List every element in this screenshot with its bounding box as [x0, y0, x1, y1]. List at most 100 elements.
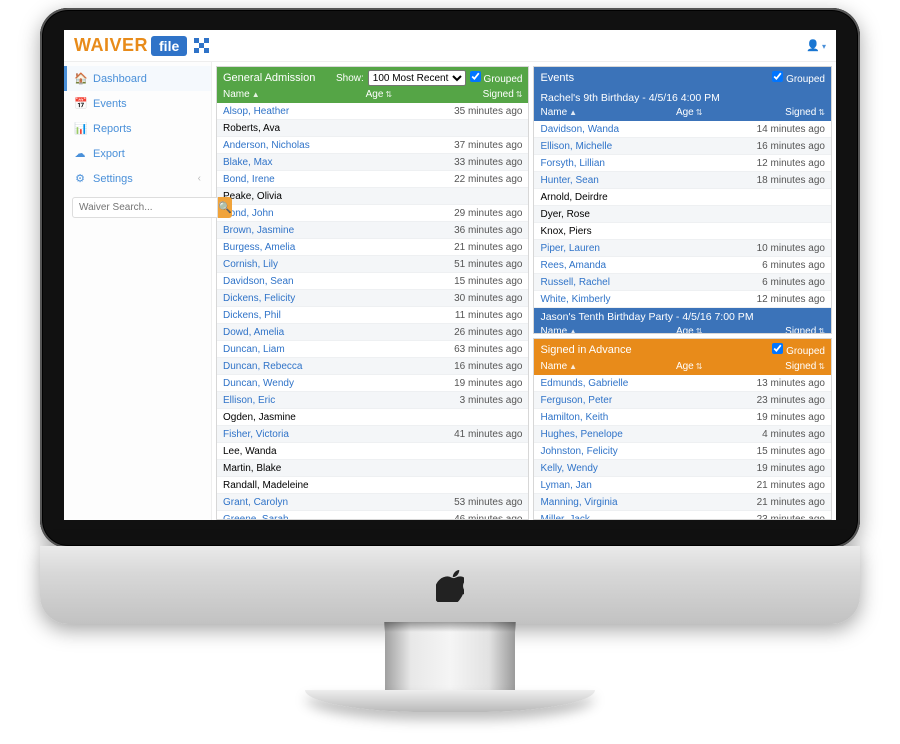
panel-signed-in-advance: Signed in Advance Grouped Name▲ Age⇅ Sig…	[533, 338, 832, 520]
table-row: Dyer, Rose	[534, 206, 831, 223]
person-link[interactable]: Manning, Virginia	[540, 497, 617, 508]
signed-time: 15 minutes ago	[437, 276, 523, 287]
person-link[interactable]: Hunter, Sean	[540, 175, 598, 186]
person-link[interactable]: Ellison, Eric	[223, 395, 275, 406]
table-row: Manning, Virginia21 minutes ago	[534, 494, 831, 511]
grouped-toggle[interactable]: Grouped	[772, 71, 825, 85]
col-name[interactable]: Name▲	[540, 107, 675, 118]
table-row: Cornish, Lily51 minutes ago	[217, 256, 528, 273]
person-link[interactable]: Duncan, Liam	[223, 344, 285, 355]
sort-asc-icon: ▲	[569, 362, 577, 371]
col-age[interactable]: Age⇅	[366, 89, 437, 100]
person-link[interactable]: Cornish, Lily	[223, 259, 278, 270]
sidebar-icon: ⚙	[74, 172, 86, 185]
col-signed[interactable]: Signed⇅	[437, 89, 523, 100]
person-link[interactable]: Kelly, Wendy	[540, 463, 597, 474]
person-link[interactable]: Grant, Carolyn	[223, 497, 288, 508]
panel-general-admission: General Admission Show: 100 Most Recent …	[216, 66, 529, 520]
person-link[interactable]: Ferguson, Peter	[540, 395, 612, 406]
signed-time	[437, 446, 523, 457]
col-signed[interactable]: Signed⇅	[744, 107, 825, 118]
sidebar-icon: ☁	[74, 147, 86, 160]
person-link[interactable]: Duncan, Wendy	[223, 378, 294, 389]
sidebar-search: 🔍	[64, 191, 211, 224]
person-link[interactable]: Russell, Rachel	[540, 277, 609, 288]
user-menu[interactable]: 👤▾	[806, 39, 826, 52]
person-link[interactable]: Edmunds, Gabrielle	[540, 378, 628, 389]
signed-time	[437, 123, 523, 134]
table-row: Kelly, Wendy19 minutes ago	[534, 460, 831, 477]
show-select[interactable]: 100 Most Recent	[368, 70, 466, 86]
signed-time: 36 minutes ago	[437, 225, 523, 236]
signed-time: 30 minutes ago	[437, 293, 523, 304]
person-link[interactable]: Blake, Max	[223, 157, 272, 168]
col-name[interactable]: Name▲	[540, 326, 675, 333]
person-link[interactable]: Hughes, Penelope	[540, 429, 622, 440]
signed-time: 53 minutes ago	[437, 497, 523, 508]
person-link[interactable]: Davidson, Sean	[223, 276, 294, 287]
signed-time	[744, 226, 825, 237]
event-group-heading[interactable]: Jason's Tenth Birthday Party - 4/5/16 7:…	[534, 308, 831, 326]
sidebar-icon: 📅	[74, 97, 86, 110]
signed-time: 63 minutes ago	[437, 344, 523, 355]
sidebar-item-reports[interactable]: 📊Reports	[64, 116, 211, 141]
table-row: Dickens, Phil11 minutes ago	[217, 307, 528, 324]
col-age[interactable]: Age⇅	[676, 107, 744, 118]
sidebar-item-label: Events	[93, 98, 127, 110]
table-row: Randall, Madeleine	[217, 477, 528, 494]
person-link[interactable]: White, Kimberly	[540, 294, 610, 305]
person-link[interactable]: Anderson, Nicholas	[223, 140, 310, 151]
logo-text-waiver: WAIVER	[74, 35, 148, 56]
sidebar-item-events[interactable]: 📅 Events	[64, 91, 211, 116]
chevron-down-icon: ▾	[822, 42, 826, 51]
person-link[interactable]: Burgess, Amelia	[223, 242, 295, 253]
column-headers: Name▲Age⇅Signed⇅	[534, 326, 831, 333]
sort-icon: ⇅	[696, 362, 703, 371]
col-age[interactable]: Age⇅	[676, 326, 744, 333]
signed-time: 14 minutes ago	[744, 124, 825, 135]
search-input[interactable]	[72, 197, 218, 218]
imac-stand	[385, 622, 515, 692]
signed-time: 6 minutes ago	[744, 277, 825, 288]
col-signed[interactable]: Signed⇅	[744, 361, 825, 372]
person-link[interactable]: Dickens, Felicity	[223, 293, 295, 304]
person-link[interactable]: Dowd, Amelia	[223, 327, 284, 338]
sidebar-item-dashboard[interactable]: 🏠Dashboard	[64, 66, 211, 91]
person-link[interactable]: Brown, Jasmine	[223, 225, 294, 236]
col-name[interactable]: Name▲	[540, 361, 675, 372]
signed-time: 19 minutes ago	[744, 412, 825, 423]
person-link[interactable]: Duncan, Rebecca	[223, 361, 303, 372]
event-group-heading[interactable]: Rachel's 9th Birthday - 4/5/16 4:00 PM	[534, 89, 831, 107]
signed-time: 23 minutes ago	[744, 514, 825, 520]
signed-time: 4 minutes ago	[744, 429, 825, 440]
signed-time: 16 minutes ago	[437, 361, 523, 372]
person-link[interactable]: Miller, Jack	[540, 514, 589, 520]
person-link[interactable]: Bond, Irene	[223, 174, 275, 185]
person-link[interactable]: Alsop, Heather	[223, 106, 289, 117]
table-row: Davidson, Wanda 14 minutes ago	[534, 121, 831, 138]
grouped-toggle[interactable]: Grouped	[470, 71, 523, 85]
person-link[interactable]: Davidson, Wanda	[540, 124, 619, 135]
person-link[interactable]: Greene, Sarah	[223, 514, 289, 520]
table-row: Martin, Blake	[217, 460, 528, 477]
person-link[interactable]: Johnston, Felicity	[540, 446, 617, 457]
sidebar-item-settings[interactable]: ⚙Settings‹	[64, 166, 211, 191]
table-row: Alsop, Heather35 minutes ago	[217, 103, 528, 120]
person-link[interactable]: Ellison, Michelle	[540, 141, 612, 152]
grouped-toggle[interactable]: Grouped	[772, 343, 825, 357]
person-link[interactable]: Hamilton, Keith	[540, 412, 608, 423]
sort-icon: ⇅	[385, 90, 392, 99]
col-age[interactable]: Age⇅	[676, 361, 744, 372]
person-link[interactable]: Fisher, Victoria	[223, 429, 289, 440]
person-link[interactable]: Dickens, Phil	[223, 310, 281, 321]
col-name[interactable]: Name▲	[223, 89, 366, 100]
person-link[interactable]: Piper, Lauren	[540, 243, 600, 254]
sidebar-item-export[interactable]: ☁Export	[64, 141, 211, 166]
search-button[interactable]: 🔍	[218, 197, 232, 218]
person-link[interactable]: Forsyth, Lillian	[540, 158, 604, 169]
col-signed[interactable]: Signed⇅	[744, 326, 825, 333]
person-link[interactable]: Lyman, Jan	[540, 480, 591, 491]
apple-logo-icon	[436, 568, 464, 602]
person-link[interactable]: Rees, Amanda	[540, 260, 606, 271]
panel-events: Events Grouped Rachel's 9th Birthday - 4…	[533, 66, 832, 334]
